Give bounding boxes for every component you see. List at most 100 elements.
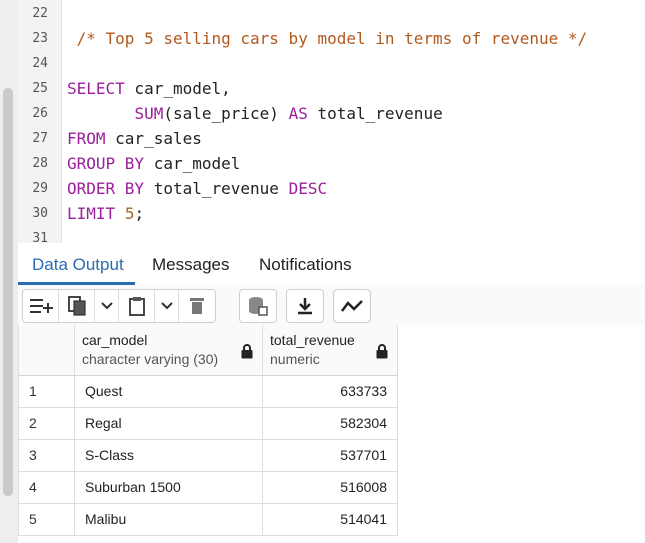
add-row-button[interactable] <box>23 290 59 322</box>
tab-messages[interactable]: Messages <box>152 255 229 275</box>
row-number: 4 <box>29 479 37 495</box>
copy-icon <box>67 296 86 316</box>
grid-header-row: car_model character varying (30) total_r… <box>18 325 398 376</box>
graph-visualiser-button[interactable] <box>334 290 370 322</box>
table-row[interactable]: 2 Regal 582304 <box>18 408 398 440</box>
code-line[interactable]: SELECT car_model, <box>67 79 231 99</box>
column-name: car_model <box>82 332 148 348</box>
car-model-cell[interactable]: Malibu <box>75 504 263 535</box>
row-number-cell[interactable]: 1 <box>18 376 75 407</box>
column-header-total-revenue[interactable]: total_revenue numeric <box>263 325 398 375</box>
sql-keyword: ORDER BY <box>67 179 145 198</box>
row-number-cell[interactable]: 5 <box>18 504 75 535</box>
total-revenue-value: 516008 <box>340 479 387 495</box>
row-number-cell[interactable]: 2 <box>18 408 75 439</box>
chevron-down-icon <box>100 302 113 310</box>
column-name: total_revenue <box>270 332 355 348</box>
car-model-value: Quest <box>85 383 123 399</box>
line-number: 30 <box>32 206 48 221</box>
download-button[interactable] <box>287 290 323 322</box>
paste-options-dropdown[interactable] <box>155 290 179 322</box>
results-toolbar <box>18 285 645 325</box>
car-model-value: Suburban 1500 <box>85 479 181 495</box>
sql-keyword: DESC <box>288 179 328 198</box>
car-model-value: S-Class <box>85 447 135 463</box>
car-model-cell[interactable]: Quest <box>75 376 263 407</box>
table-row[interactable]: 3 S-Class 537701 <box>18 440 398 472</box>
results-tab-bar: Data Output Messages Notifications <box>18 243 645 286</box>
graph-button-group <box>333 289 371 323</box>
paste-icon <box>128 296 145 316</box>
line-number: 27 <box>32 131 48 146</box>
sql-number: 5 <box>124 204 135 223</box>
line-number: 29 <box>32 181 48 196</box>
sql-text: (sale_price) <box>163 104 289 123</box>
row-number: 2 <box>29 415 37 431</box>
car-model-value: Regal <box>85 415 122 431</box>
car-model-cell[interactable]: Suburban 1500 <box>75 472 263 503</box>
car-model-value: Malibu <box>85 511 127 527</box>
data-output-grid: car_model character varying (30) total_r… <box>18 325 398 536</box>
total-revenue-cell[interactable]: 514041 <box>263 504 398 535</box>
sql-text: total_revenue <box>144 179 289 198</box>
row-number: 3 <box>29 447 37 463</box>
code-line[interactable]: GROUP BY car_model <box>67 154 240 174</box>
column-type: numeric <box>270 351 320 367</box>
line-number: 24 <box>32 56 48 71</box>
total-revenue-cell[interactable]: 516008 <box>263 472 398 503</box>
sql-text: car_model <box>144 154 241 173</box>
add-row-icon <box>29 297 53 315</box>
car-model-cell[interactable]: S-Class <box>75 440 263 471</box>
total-revenue-cell[interactable]: 537701 <box>263 440 398 471</box>
copy-button[interactable] <box>59 290 95 322</box>
table-row[interactable]: 4 Suburban 1500 516008 <box>18 472 398 504</box>
total-revenue-value: 582304 <box>340 415 387 431</box>
line-number: 26 <box>32 106 48 121</box>
line-number: 23 <box>32 31 48 46</box>
sql-keyword: LIMIT <box>67 204 116 223</box>
sql-text: car_model, <box>124 79 231 98</box>
sql-comment: /* Top 5 selling cars by model in terms … <box>67 29 588 48</box>
code-line[interactable]: SUM(sale_price) AS total_revenue <box>67 104 443 124</box>
sql-text: total_revenue <box>307 104 443 123</box>
sql-keyword: SUM <box>134 104 164 123</box>
copy-options-dropdown[interactable] <box>95 290 119 322</box>
sql-keyword: FROM <box>67 129 106 148</box>
code-line[interactable]: FROM car_sales <box>67 129 202 149</box>
row-number-cell[interactable]: 4 <box>18 472 75 503</box>
graph-icon <box>341 299 363 313</box>
line-number: 22 <box>32 6 48 21</box>
save-data-button[interactable] <box>240 290 276 322</box>
save-data-icon <box>248 296 268 316</box>
editor-scrollbar[interactable] <box>0 0 18 543</box>
total-revenue-cell[interactable]: 633733 <box>263 376 398 407</box>
table-row[interactable]: 1 Quest 633733 <box>18 376 398 408</box>
total-revenue-value: 514041 <box>340 511 387 527</box>
scrollbar-thumb[interactable] <box>3 88 13 496</box>
column-header-car-model[interactable]: car_model character varying (30) <box>75 325 263 375</box>
delete-row-button[interactable] <box>179 290 215 322</box>
code-line[interactable]: ORDER BY total_revenue DESC <box>67 179 327 199</box>
download-button-group <box>286 289 324 323</box>
sql-editor[interactable]: 22 23 /* Top 5 selling cars by model in t… <box>18 0 645 246</box>
car-model-cell[interactable]: Regal <box>75 408 263 439</box>
total-revenue-value: 633733 <box>340 383 387 399</box>
paste-button[interactable] <box>119 290 155 322</box>
column-type: character varying (30) <box>82 351 219 367</box>
row-number-cell[interactable]: 3 <box>18 440 75 471</box>
sql-keyword: AS <box>288 104 308 123</box>
total-revenue-value: 537701 <box>340 447 387 463</box>
tab-data-output[interactable]: Data Output <box>32 255 124 275</box>
tab-notifications[interactable]: Notifications <box>259 255 352 275</box>
code-line[interactable]: LIMIT 5; <box>67 204 144 224</box>
edit-button-group <box>22 289 216 323</box>
save-button-group <box>239 289 277 323</box>
total-revenue-cell[interactable]: 582304 <box>263 408 398 439</box>
table-row[interactable]: 5 Malibu 514041 <box>18 504 398 536</box>
row-number: 5 <box>29 511 37 527</box>
lock-icon <box>376 344 388 363</box>
chevron-down-icon <box>160 302 173 310</box>
sql-keyword: GROUP BY <box>67 154 145 173</box>
code-line[interactable]: /* Top 5 selling cars by model in terms … <box>67 29 588 49</box>
